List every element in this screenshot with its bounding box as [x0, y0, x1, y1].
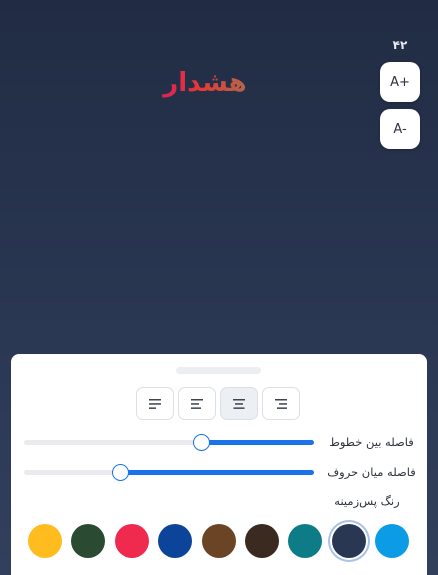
line-spacing-thumb[interactable]	[192, 434, 210, 451]
color-swatch-brown[interactable]	[201, 524, 236, 558]
font-size-value: ۴۲	[392, 38, 408, 52]
color-swatch-blue[interactable]	[375, 524, 410, 558]
color-swatch-navy-blue[interactable]	[158, 524, 193, 558]
line-spacing-label: فاصله بین خطوط	[329, 435, 414, 449]
color-swatch-crimson[interactable]	[114, 524, 149, 558]
align-right-icon	[275, 398, 287, 409]
color-swatch-dark-brown[interactable]	[244, 524, 279, 558]
background-color-label: رنگ پس‌زمینه	[334, 494, 400, 508]
line-spacing-row: فاصله بین خطوط	[11, 433, 427, 453]
align-left-button[interactable]	[178, 387, 216, 420]
background-color-swatches	[28, 524, 410, 558]
letter-spacing-label: فاصله میان حروف	[327, 465, 416, 479]
align-justify-button[interactable]	[136, 387, 174, 420]
decrease-font-button[interactable]: A-	[380, 109, 420, 149]
align-left-icon	[191, 398, 203, 409]
align-center-button[interactable]	[220, 387, 258, 420]
drag-handle[interactable]	[176, 367, 261, 374]
line-spacing-slider[interactable]	[24, 434, 314, 451]
letter-spacing-fill	[119, 470, 314, 475]
align-justify-icon	[149, 398, 161, 409]
increase-font-button[interactable]: A+	[380, 62, 420, 102]
color-swatch-amber[interactable]	[28, 524, 62, 558]
color-swatch-dark-green[interactable]	[71, 524, 106, 558]
align-center-icon	[233, 398, 245, 409]
preview-text: هشدار	[150, 68, 260, 98]
letter-spacing-thumb[interactable]	[111, 464, 129, 481]
letter-spacing-slider[interactable]	[24, 464, 314, 481]
letter-spacing-row: فاصله میان حروف	[11, 463, 427, 483]
align-right-button[interactable]	[262, 387, 300, 420]
settings-panel: فاصله بین خطوط فاصله میان حروف رنگ پس‌زم…	[11, 354, 427, 575]
color-swatch-dark-navy[interactable]	[331, 524, 366, 558]
color-swatch-teal[interactable]	[288, 524, 323, 558]
line-spacing-fill	[200, 440, 314, 445]
text-alignment-group	[136, 387, 300, 420]
